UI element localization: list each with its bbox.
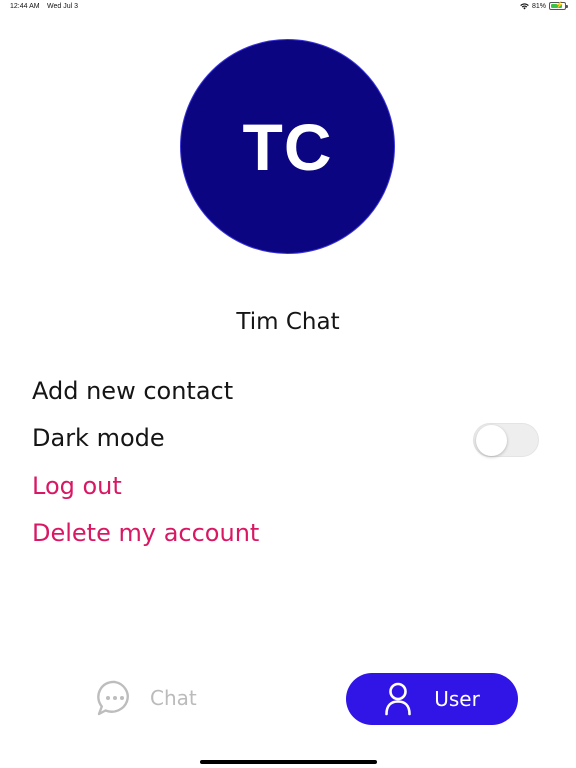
toggle-knob <box>476 425 507 456</box>
add-contact-button[interactable]: Add new contact <box>32 376 233 406</box>
tab-user-label: User <box>434 687 480 711</box>
status-time: 12:44 AM <box>10 3 40 10</box>
battery-charging-icon: ⚡ <box>549 2 568 10</box>
status-bar: 12:44 AM Wed Jul 3 81% ⚡ <box>0 0 576 14</box>
profile-name: Tim Chat <box>236 309 340 335</box>
delete-account-button[interactable]: Delete my account <box>32 518 259 548</box>
tab-chat-label: Chat <box>150 686 197 710</box>
dark-mode-toggle[interactable] <box>473 423 539 457</box>
user-icon <box>385 682 412 716</box>
status-indicators: 81% ⚡ <box>520 2 568 10</box>
wifi-icon <box>520 2 529 9</box>
avatar[interactable]: TC <box>180 39 395 254</box>
battery-percent: 81% <box>531 2 546 10</box>
avatar-initials: TC <box>242 109 333 184</box>
chat-bubble-icon <box>97 680 129 716</box>
log-out-button[interactable]: Log out <box>32 471 122 501</box>
home-indicator[interactable] <box>200 760 377 764</box>
status-date: Wed Jul 3 <box>47 3 78 10</box>
tab-user[interactable]: User <box>346 673 518 725</box>
dark-mode-label: Dark mode <box>32 424 165 452</box>
tab-chat[interactable]: Chat <box>96 678 197 718</box>
